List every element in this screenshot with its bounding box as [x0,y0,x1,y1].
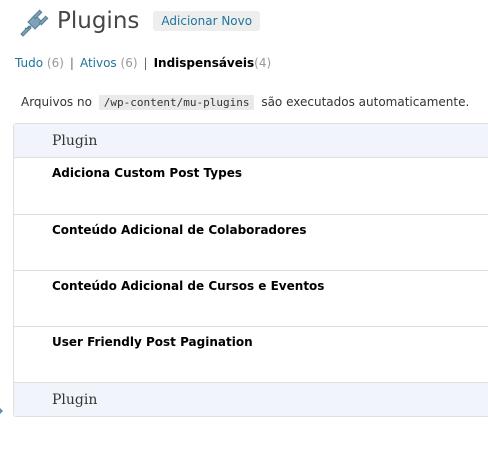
filter-all-link[interactable]: Tudo [15,56,43,70]
notice-suffix: são executados automaticamente. [261,95,470,109]
plugin-status-filters: Tudo (6) | Ativos (6) | Indispensáveis(4) [15,55,271,71]
page-header: Plugins Adicionar Novo [17,4,261,38]
filter-mustuse-count: (4) [254,56,272,70]
filter-active-link[interactable]: Ativos [80,56,117,70]
plugin-name: Conteúdo Adicional de Cursos e Eventos [52,279,325,293]
filter-separator: | [69,56,74,70]
plugin-name: Conteúdo Adicional de Colaboradores [52,223,307,237]
filter-mustuse-current[interactable]: Indispensáveis [154,56,255,70]
filter-active-count: (6) [120,56,138,70]
plugin-name: User Friendly Post Pagination [52,335,253,349]
plugins-page: Plugins Adicionar Novo Tudo (6) | Ativos (… [0,0,488,452]
collapse-handle-icon[interactable] [0,402,3,414]
filter-all-count: (6) [46,56,64,70]
plug-icon [17,4,51,38]
add-new-button[interactable]: Adicionar Novo [153,11,261,31]
table-row: Conteúdo Adicional de Cursos e Eventos [14,270,488,326]
table-footer: Plugin [14,382,488,416]
table-row: Adiciona Custom Post Types [14,158,488,214]
plugins-table: Plugin Adiciona Custom Post Types Conteú… [13,123,488,417]
notice-prefix: Arquivos no [21,95,92,109]
mu-plugins-path: /wp-content/mu-plugins [98,95,255,110]
table-row: Conteúdo Adicional de Colaboradores [14,214,488,270]
table-row: User Friendly Post Pagination [14,326,488,382]
filter-separator: | [143,56,148,70]
table-header: Plugin [14,124,488,158]
column-header-plugin[interactable]: Plugin [52,133,97,149]
table-body: Adiciona Custom Post Types Conteúdo Adic… [14,158,488,382]
page-title: Plugins [57,8,140,34]
mu-plugins-notice: Arquivos no /wp-content/mu-plugins são e… [21,93,469,112]
column-footer-plugin[interactable]: Plugin [52,392,97,408]
plugin-name: Adiciona Custom Post Types [52,166,242,180]
